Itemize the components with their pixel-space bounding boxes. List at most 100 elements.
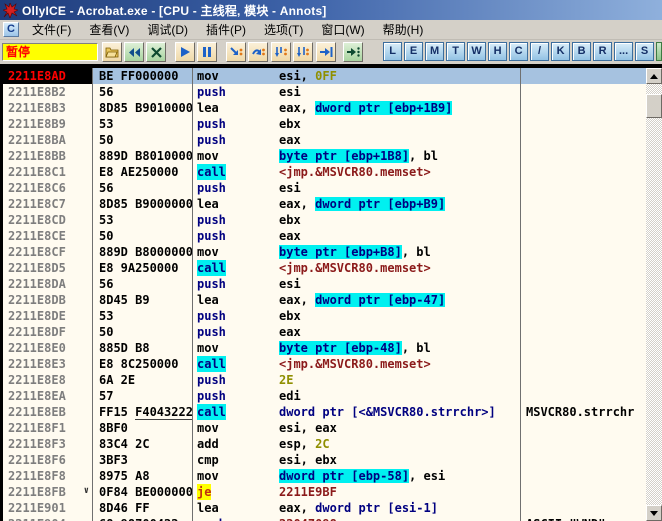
menu-options[interactable]: 选项(T)	[255, 19, 312, 40]
comment-cell	[521, 132, 662, 148]
run-button[interactable]	[175, 42, 196, 62]
hex-dump-cell: 50	[93, 132, 193, 148]
scroll-down-button[interactable]	[646, 505, 662, 521]
operand-segment: esi,	[279, 69, 316, 83]
comment-cell	[521, 212, 662, 228]
hex-dump-cell: 8D85 B9000000	[93, 196, 193, 212]
panel-button-patches[interactable]: /	[530, 42, 550, 61]
panel-button-memory[interactable]: M	[425, 42, 445, 61]
panel-button-log[interactable]: L	[383, 42, 403, 61]
mnemonic: call	[197, 404, 226, 420]
mnemonic: call	[197, 356, 226, 372]
scroll-down-icon	[650, 510, 658, 516]
disasm-row[interactable]: 2211E8F6 3BF3 cmp esi, ebx	[3, 452, 662, 468]
open-file-icon	[105, 47, 119, 58]
step-over-button[interactable]	[248, 42, 269, 62]
operand-segment: 2211E9BF	[279, 485, 337, 499]
panel-button-threads[interactable]: T	[446, 42, 466, 61]
disasm-row[interactable]: 2211E8DA 56 push esi	[3, 276, 662, 292]
disasm-row[interactable]: 2211E8DE 53 push ebx	[3, 308, 662, 324]
hex-dump-cell: 56	[93, 180, 193, 196]
address-cell: 2211E8E8	[3, 372, 93, 388]
mnemonic: push	[197, 85, 226, 99]
disasm-row[interactable]: 2211E8E3 E8 8C250000 call <jmp.&MSVCR80.mem…	[3, 356, 662, 372]
vertical-scrollbar[interactable]	[646, 68, 662, 521]
disasm-row[interactable]: 2211E8D5 E8 9A250000 call <jmp.&MSVCR80.mem…	[3, 260, 662, 276]
disasm-row[interactable]: 2211E8E8 6A 2E push 2E	[3, 372, 662, 388]
address-cell: 2211E904	[3, 516, 93, 521]
disasm-row[interactable]: 2211E8C1 E8 AE250000 call <jmp.&MSVCR80.mem…	[3, 164, 662, 180]
disassembly-cell: lea eax, dword ptr [ebp+1B9]	[193, 100, 521, 116]
trace-over-button[interactable]	[293, 42, 314, 62]
disasm-row[interactable]: 2211E8B3 8D85 B9010000 lea eax, dword ptr […	[3, 100, 662, 116]
disasm-row[interactable]: 2211E8CD 53 push ebx	[3, 212, 662, 228]
disassembly-cell: mov byte ptr [ebp+B8], bl	[193, 244, 521, 260]
disasm-row[interactable]: 2211E8EA 57 push edi	[3, 388, 662, 404]
panel-button-callstack[interactable]: K	[551, 42, 571, 61]
step-into-button[interactable]	[226, 42, 247, 62]
operand-segment: <jmp.&MSVCR80.memset>	[279, 357, 431, 371]
menu-plugins[interactable]: 插件(P)	[197, 19, 255, 40]
address-cell: 2211E8B2	[3, 84, 93, 100]
disasm-row[interactable]: 2211E8FB ∨ 0F84 BE000000 je 2211E9BF	[3, 484, 662, 500]
disasm-row[interactable]: 2211E8EB FF15 F4043222 call dword ptr [<&MS…	[3, 404, 662, 420]
disasm-row[interactable]: 2211E8CF 889D B8000000 mov byte ptr [ebp+B8…	[3, 244, 662, 260]
disasm-row[interactable]: 2211E8F8 8975 A8 mov dword ptr [ebp-58], es…	[3, 468, 662, 484]
pause-button[interactable]	[197, 42, 218, 62]
menu-help[interactable]: 帮助(H)	[374, 19, 433, 40]
panel-button-breakpoints[interactable]: B	[572, 42, 592, 61]
operands: eax, dword ptr [ebp+B9]	[279, 196, 520, 212]
restart-icon	[128, 47, 140, 57]
operands: eax	[279, 132, 520, 148]
trace-into-button[interactable]	[271, 42, 292, 62]
operands: eax	[279, 228, 520, 244]
open-file-button[interactable]	[102, 42, 123, 62]
disasm-row[interactable]: 2211E90468 98700422push22047098ASCII "WN…	[3, 516, 662, 521]
close-button[interactable]	[146, 42, 167, 62]
disasm-row[interactable]: 2211E8BA 50 push eax	[3, 132, 662, 148]
panel-button-executables[interactable]: E	[404, 42, 424, 61]
hex-dump-cell: 889D B8000000	[93, 244, 193, 260]
panel-button-cpu[interactable]: C	[509, 42, 529, 61]
mnemonic: push	[197, 277, 226, 291]
scrollbar-thumb[interactable]	[646, 94, 662, 118]
panel-button-handles[interactable]: H	[488, 42, 508, 61]
restart-button[interactable]	[124, 42, 145, 62]
panel-button-windows[interactable]: W	[467, 42, 487, 61]
disasm-row[interactable]: 2211E8B9 53 push ebx	[3, 116, 662, 132]
comment-cell	[521, 244, 662, 260]
disasm-row[interactable]: 2211E8AD BE FF000000 mov esi, 0FF	[3, 68, 662, 84]
panel-button-references[interactable]: R	[593, 42, 613, 61]
menu-view[interactable]: 查看(V)	[80, 19, 138, 40]
disasm-row[interactable]: 2211E8E0 885D B8 mov byte ptr [ebp-48], bl	[3, 340, 662, 356]
disassembly-cell: add esp, 2C	[193, 436, 521, 452]
disasm-row[interactable]: 2211E8F1 8BF0 mov esi, eax	[3, 420, 662, 436]
disassembly-cell: push esi	[193, 180, 521, 196]
operand-segment: eax,	[279, 101, 316, 115]
menu-debug[interactable]: 调试(D)	[138, 19, 197, 40]
disasm-row[interactable]: 2211E901 8D46 FF lea eax, dword ptr [esi-1]	[3, 500, 662, 516]
disasm-row[interactable]: 2211E8DF 50 push eax	[3, 324, 662, 340]
disasm-row[interactable]: 2211E8DB 8D45 B9 lea eax, dword ptr [ebp-47…	[3, 292, 662, 308]
disasm-row[interactable]: 2211E8CE 50 push eax	[3, 228, 662, 244]
go-to-button[interactable]	[343, 42, 364, 62]
disasm-row[interactable]: 2211E8C7 8D85 B9000000 lea eax, dword ptr […	[3, 196, 662, 212]
panel-button-source[interactable]: S	[635, 42, 655, 61]
disasm-row[interactable]: 2211E8C6 56 push esi	[3, 180, 662, 196]
execute-till-return-button[interactable]	[316, 42, 337, 62]
operand-segment: dword ptr [ebp-58]	[279, 469, 410, 483]
panel-button-runtrace[interactable]: ...	[614, 42, 634, 61]
menu-file[interactable]: 文件(F)	[23, 19, 80, 40]
cpu-window-icon[interactable]: C	[3, 22, 19, 37]
disasm-row[interactable]: 2211E8F3 83C4 2C add esp, 2C	[3, 436, 662, 452]
disassembly-cell: push 2E	[193, 372, 521, 388]
disasm-rows: 2211E8AD BE FF000000 mov esi, 0FF 2211E8B2 56…	[3, 68, 662, 521]
menu-window[interactable]: 窗口(W)	[312, 19, 373, 40]
disasm-row[interactable]: 2211E8BB 889D B8010000 mov byte ptr [ebp+1B…	[3, 148, 662, 164]
address-cell: 2211E8CE	[3, 228, 93, 244]
scroll-up-button[interactable]	[646, 68, 662, 84]
operands: eax, dword ptr [ebp+1B9]	[279, 100, 520, 116]
disasm-row[interactable]: 2211E8B2 56 push esi	[3, 84, 662, 100]
operand-segment: edi	[279, 389, 301, 403]
panel-button-partial[interactable]	[656, 42, 662, 61]
